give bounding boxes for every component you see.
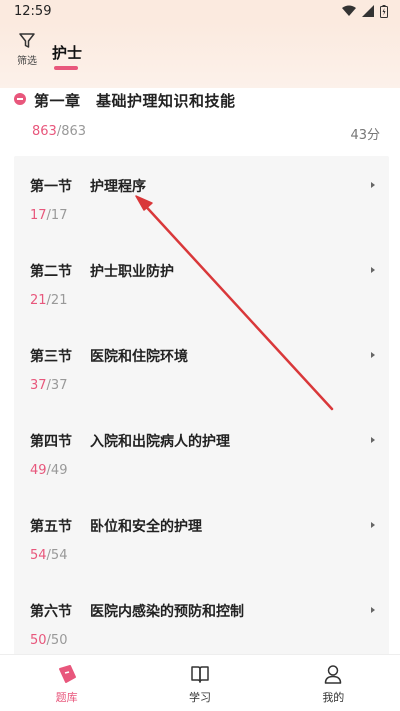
section-progress: 17/17 xyxy=(30,208,67,223)
chevron-right-icon xyxy=(371,607,375,613)
chevron-right-icon xyxy=(371,352,375,358)
section-number: 第三节 xyxy=(30,349,72,365)
section-progress: 49/49 xyxy=(30,463,67,478)
section-item[interactable]: 第四节 入院和出院病人的护理 49/49 xyxy=(14,411,389,496)
section-done: 17 xyxy=(30,208,47,223)
section-done: 50 xyxy=(30,633,47,648)
section-done: 37 xyxy=(30,378,47,393)
section-total: /49 xyxy=(46,463,68,478)
section-item[interactable]: 第二节 护士职业防护 21/21 xyxy=(14,241,389,326)
section-title: 第二节 护士职业防护 xyxy=(30,261,174,281)
nav-mine[interactable]: 我的 xyxy=(267,655,400,711)
section-title: 第一节 护理程序 xyxy=(30,176,146,196)
chapter-done: 863 xyxy=(32,124,57,139)
section-done: 21 xyxy=(30,293,47,308)
chapter-score: 43分 xyxy=(350,128,380,143)
header: 筛选 护士 xyxy=(0,22,400,88)
section-done: 49 xyxy=(30,463,47,478)
bottom-nav: 题库 学习 我的 xyxy=(0,654,400,711)
section-item[interactable]: 第六节 医院内感染的预防和控制 50/50 xyxy=(14,581,389,654)
nav-question-bank[interactable]: 题库 xyxy=(0,655,133,711)
chevron-right-icon xyxy=(371,437,375,443)
chapter-total: /863 xyxy=(56,124,87,139)
chevron-right-icon xyxy=(371,182,375,188)
nav-study[interactable]: 学习 xyxy=(133,655,266,711)
section-total: /17 xyxy=(46,208,68,223)
status-icons xyxy=(342,4,388,18)
filter-label: 筛选 xyxy=(17,56,37,67)
section-title: 第三节 医院和住院环境 xyxy=(30,346,188,366)
chapter-header[interactable]: 第一章 基础护理知识和技能 863/863 43分 xyxy=(0,88,400,156)
section-title: 第六节 医院内感染的预防和控制 xyxy=(30,601,244,621)
section-total: /21 xyxy=(46,293,68,308)
tab-nurse[interactable]: 护士 xyxy=(52,42,82,63)
section-name: 护士职业防护 xyxy=(90,264,174,280)
tab-underline xyxy=(54,66,78,70)
chapter-progress: 863/863 xyxy=(32,124,86,139)
wifi-icon xyxy=(342,5,356,16)
collapse-icon[interactable] xyxy=(14,93,26,105)
section-progress: 37/37 xyxy=(30,378,67,393)
section-done: 54 xyxy=(30,548,47,563)
section-progress: 21/21 xyxy=(30,293,67,308)
filter-button[interactable]: 筛选 xyxy=(12,32,42,72)
section-number: 第四节 xyxy=(30,434,72,450)
section-title: 第四节 入院和出院病人的护理 xyxy=(30,431,230,451)
status-time: 12:59 xyxy=(14,3,52,19)
section-number: 第六节 xyxy=(30,604,72,620)
section-title: 第五节 卧位和安全的护理 xyxy=(30,516,202,536)
section-name: 入院和出院病人的护理 xyxy=(90,434,230,450)
section-item[interactable]: 第一节 护理程序 17/17 xyxy=(14,156,389,241)
chevron-right-icon xyxy=(371,267,375,273)
chevron-right-icon xyxy=(371,522,375,528)
section-progress: 50/50 xyxy=(30,633,67,648)
battery-icon xyxy=(380,4,388,18)
question-bank-icon xyxy=(56,663,78,685)
nav-label: 我的 xyxy=(322,691,345,704)
user-icon xyxy=(322,663,344,685)
section-name: 医院和住院环境 xyxy=(90,349,188,365)
section-name: 卧位和安全的护理 xyxy=(90,519,202,535)
section-number: 第二节 xyxy=(30,264,72,280)
status-bar: 12:59 xyxy=(0,0,400,22)
signal-icon xyxy=(362,5,374,17)
section-progress: 54/54 xyxy=(30,548,67,563)
nav-label: 学习 xyxy=(188,691,211,704)
section-total: /37 xyxy=(46,378,68,393)
filter-icon xyxy=(19,33,35,48)
section-total: /54 xyxy=(46,548,68,563)
section-name: 医院内感染的预防和控制 xyxy=(90,604,244,620)
chapter-title: 第一章 基础护理知识和技能 xyxy=(34,92,236,110)
section-total: /50 xyxy=(46,633,68,648)
section-item[interactable]: 第三节 医院和住院环境 37/37 xyxy=(14,326,389,411)
section-number: 第一节 xyxy=(30,179,72,195)
chapter-list: 第一章 基础护理知识和技能 863/863 43分 第一节 护理程序 17/17 … xyxy=(0,88,400,654)
section-list: 第一节 护理程序 17/17 第二节 护士职业防护 21/21 第三节 医院和住院环境… xyxy=(14,156,389,654)
section-number: 第五节 xyxy=(30,519,72,535)
section-item[interactable]: 第五节 卧位和安全的护理 54/54 xyxy=(14,496,389,581)
book-icon xyxy=(189,663,211,685)
nav-label: 题库 xyxy=(55,691,78,704)
section-name: 护理程序 xyxy=(90,179,146,195)
